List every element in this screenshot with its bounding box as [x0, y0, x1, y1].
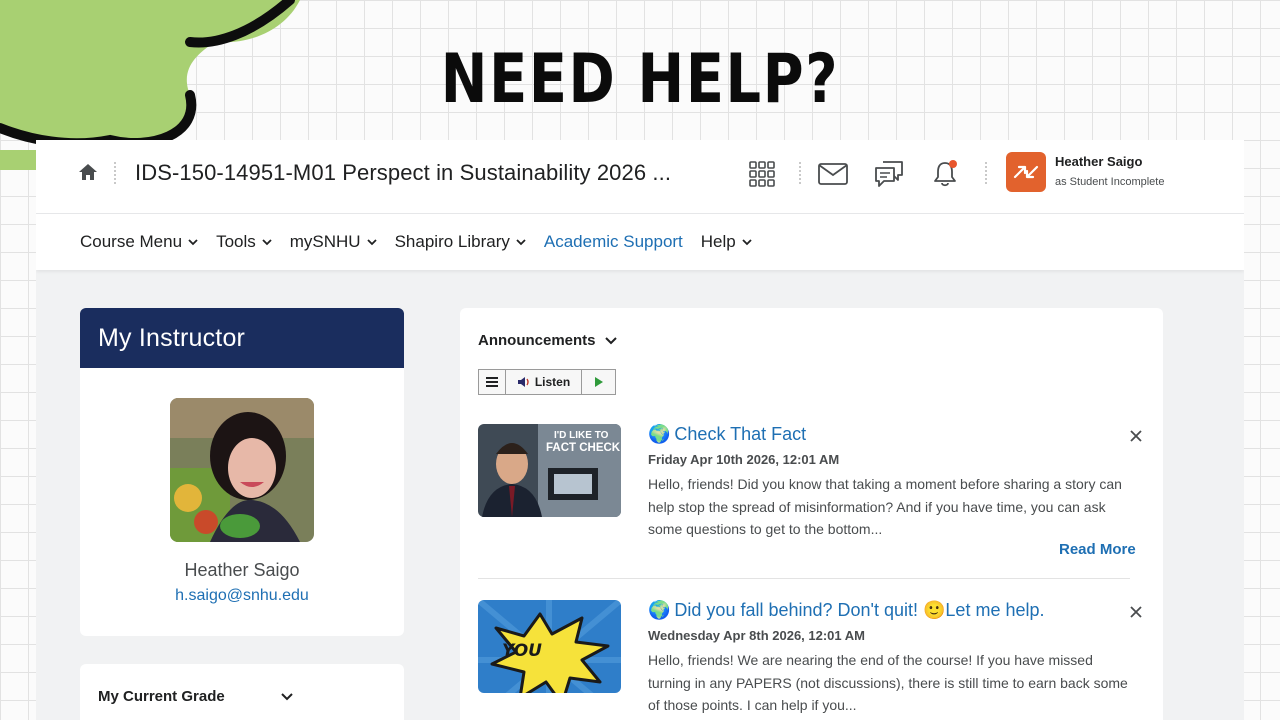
nav-tools[interactable]: Tools: [216, 232, 272, 252]
announcement-title-link[interactable]: 🌍 Check That Fact: [648, 424, 806, 445]
my-instructor-widget: My Instructor Heather Saigo h.saigo@snhu…: [80, 308, 404, 636]
instructor-photo: [170, 398, 314, 542]
chevron-down-icon[interactable]: [604, 334, 618, 348]
chevron-down-icon[interactable]: [280, 690, 294, 704]
speaker-icon: [517, 377, 529, 387]
chevron-down-icon: [262, 239, 272, 246]
close-icon[interactable]: [1129, 605, 1143, 619]
instructor-email-link[interactable]: h.saigo@snhu.edu: [80, 587, 404, 605]
user-role: as Student Incomplete: [1055, 176, 1165, 188]
nav-shapiro-library[interactable]: Shapiro Library: [395, 232, 526, 252]
announcement-item: I'D LIKE TO FACT CHECK 🌍 Check That Fact…: [478, 424, 1150, 584]
notification-dot: [949, 160, 957, 168]
menu-icon[interactable]: [479, 370, 506, 394]
announcement-item: YOU 🌍 Did you fall behind? Don't quit! 🙂…: [478, 600, 1150, 720]
chevron-down-icon: [188, 239, 198, 246]
announcement-thumbnail: I'D LIKE TO FACT CHECK: [478, 424, 621, 517]
divider: [478, 578, 1130, 579]
nav-mysnhu[interactable]: mySNHU: [290, 232, 377, 252]
play-icon[interactable]: [582, 370, 615, 394]
instructor-name: Heather Saigo: [184, 560, 300, 580]
widget-title: My Instructor: [80, 308, 404, 368]
listen-button[interactable]: Listen: [506, 370, 582, 394]
nav-label: mySNHU: [289, 232, 361, 251]
announcement-body: Hello, friends! Did you know that taking…: [648, 476, 1122, 537]
announcement-date: Wednesday Apr 8th 2026, 12:01 AM: [648, 628, 865, 643]
listen-label: Listen: [534, 375, 571, 389]
nav-label: Help: [700, 232, 736, 251]
my-current-grade-widget: My Current Grade: [80, 664, 404, 720]
thumb-text: FACT CHECK: [546, 442, 621, 454]
announcement-title: Check That Fact: [674, 424, 807, 444]
need-help-headline: NEED HELP?: [440, 40, 840, 119]
nav-label: Academic Support: [543, 232, 683, 251]
course-navbar: Course Menu Tools mySNHU Shapiro Library…: [36, 214, 1244, 270]
announcements-widget: Announcements Listen I'D LIKE TO FACT CH…: [460, 308, 1163, 720]
readspeaker-toolbar: Listen: [478, 369, 616, 395]
nav-label: Course Menu: [80, 232, 183, 251]
course-title[interactable]: IDS-150-14951-M01 Perspect in Sustainabi…: [135, 160, 671, 186]
divider: [114, 162, 116, 184]
nav-help[interactable]: Help: [701, 232, 752, 252]
announcement-title-link[interactable]: 🌍 Did you fall behind? Don't quit! 🙂Let …: [648, 600, 1045, 621]
close-icon[interactable]: [1129, 429, 1143, 443]
mail-icon[interactable]: [817, 158, 849, 190]
course-topbar: IDS-150-14951-M01 Perspect in Sustainabi…: [36, 140, 1244, 214]
chevron-down-icon: [366, 239, 377, 246]
widget-title: My Current Grade: [98, 688, 225, 705]
home-icon[interactable]: [78, 162, 98, 182]
chat-icon[interactable]: [873, 158, 905, 190]
divider: [985, 162, 987, 184]
user-name[interactable]: Heather Saigo: [1055, 154, 1142, 169]
lms-screenshot: IDS-150-14951-M01 Perspect in Sustainabi…: [36, 140, 1244, 720]
thumb-text: I'D LIKE TO: [554, 430, 609, 441]
read-more-link[interactable]: Read More: [1059, 541, 1136, 558]
nav-course-menu[interactable]: Course Menu: [80, 232, 198, 252]
chevron-down-icon: [742, 239, 752, 246]
announcement-thumbnail: YOU: [478, 600, 621, 693]
announcement-title: Did you fall behind? Don't quit! 🙂Let me…: [674, 600, 1045, 620]
user-avatar[interactable]: [1006, 152, 1046, 192]
nav-label: Shapiro Library: [394, 232, 510, 251]
announcement-body: Hello, friends! We are nearing the end o…: [648, 652, 1128, 713]
globe-icon: 🌍: [648, 424, 671, 444]
switch-role-icon: [1013, 165, 1039, 179]
nav-label: Tools: [216, 232, 256, 251]
thumb-text: YOU: [502, 641, 542, 661]
waffle-grid-icon[interactable]: [746, 158, 778, 190]
announcement-date: Friday Apr 10th 2026, 12:01 AM: [648, 452, 840, 467]
nav-academic-support[interactable]: Academic Support: [544, 232, 683, 252]
globe-icon: 🌍: [648, 600, 671, 620]
divider: [799, 162, 801, 184]
widget-title: Announcements: [478, 332, 596, 349]
bell-icon[interactable]: [929, 158, 961, 190]
chevron-down-icon: [516, 239, 526, 246]
